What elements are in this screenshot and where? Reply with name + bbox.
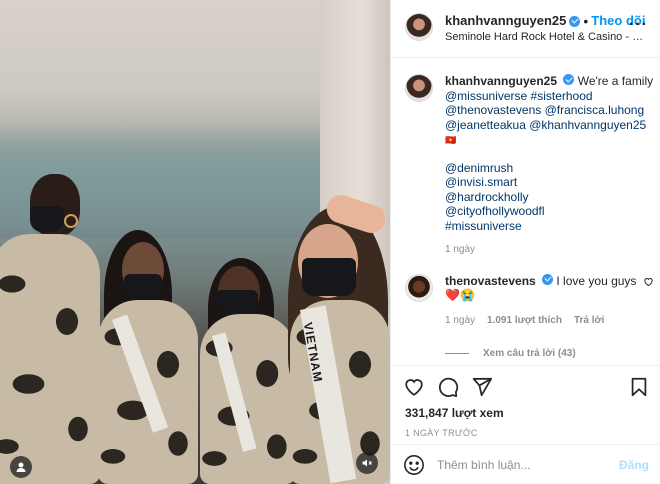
post-header: khanhvannguyen25 • Theo dõi Seminole Har…	[391, 0, 660, 58]
heart-icon[interactable]	[403, 376, 425, 398]
caption-tags-line2[interactable]: @thenovastevens @francisca.luhong	[445, 103, 660, 118]
more-horizontal-icon[interactable]: ···	[629, 17, 648, 33]
author-avatar[interactable]	[405, 13, 433, 41]
caption-tags-line1[interactable]: @missuniverse #sisterhood	[445, 89, 660, 104]
caption-tag[interactable]: #missuniverse	[445, 219, 660, 234]
comment: thenovastevens I love you guys ❤️😭 1 ngà…	[405, 273, 660, 329]
verified-icon	[563, 74, 575, 85]
action-bar	[391, 366, 660, 408]
verified-icon	[569, 15, 581, 27]
comment-text: I love you guys	[556, 273, 637, 288]
commenter-avatar[interactable]	[405, 273, 433, 302]
comment-likes[interactable]: 1.091 lượt thích	[487, 314, 562, 329]
location-link[interactable]: Seminole Hard Rock Hotel & Casino - Holl…	[445, 29, 650, 45]
vietnam-flag-emoji: 🇻🇳	[445, 135, 456, 145]
caption-time: 1 ngày	[445, 244, 476, 255]
bookmark-icon[interactable]	[628, 376, 650, 398]
user-tag-icon[interactable]	[10, 456, 32, 478]
reply-button[interactable]: Trả lời	[574, 314, 604, 329]
comment-like-heart-icon[interactable]	[643, 276, 654, 290]
post-side-panel: khanhvannguyen25 • Theo dõi Seminole Har…	[390, 0, 660, 484]
caption-tag[interactable]: @cityofhollywoodfl	[445, 204, 660, 219]
comment-composer: Đăng	[391, 444, 660, 484]
caption-avatar[interactable]	[405, 74, 433, 102]
caption-tag[interactable]: @hardrockholly	[445, 190, 660, 205]
caption-text: We're a family	[577, 74, 654, 88]
comment-icon[interactable]	[437, 376, 459, 398]
view-replies-label: Xem câu trả lời (43)	[483, 348, 576, 359]
caption-tag[interactable]: @invisi.smart	[445, 175, 660, 190]
author-username[interactable]: khanhvannguyen25	[445, 13, 566, 29]
comments-section: khanhvannguyen25 We're a family @missuni…	[391, 58, 660, 366]
commenter-username[interactable]: thenovastevens	[445, 274, 536, 288]
emoji-icon[interactable]	[403, 454, 425, 476]
view-replies-button[interactable]: Xem câu trả lời (43)	[445, 348, 660, 359]
replies-divider	[445, 353, 469, 354]
comment-input[interactable]	[437, 457, 607, 472]
post-date[interactable]: 1 NGÀY TRƯỚC	[391, 428, 660, 438]
post-video[interactable]: VIETNAM	[0, 0, 390, 484]
post-comment-button[interactable]: Đăng	[619, 458, 649, 472]
comment-time: 1 ngày	[445, 314, 476, 326]
share-icon[interactable]	[471, 376, 493, 398]
mute-icon[interactable]	[356, 452, 378, 474]
comment-emojis: ❤️😭	[445, 288, 475, 302]
caption: khanhvannguyen25 We're a family @missuni…	[405, 74, 660, 258]
caption-username[interactable]: khanhvannguyen25	[445, 74, 557, 88]
view-count[interactable]: 331,847 lượt xem	[391, 406, 660, 420]
verified-icon	[542, 273, 554, 285]
separator-dot: •	[583, 13, 589, 29]
caption-tag[interactable]: @denimrush	[445, 161, 660, 176]
caption-tags-line3[interactable]: @jeanetteakua @khanhvannguyen25	[445, 118, 660, 133]
